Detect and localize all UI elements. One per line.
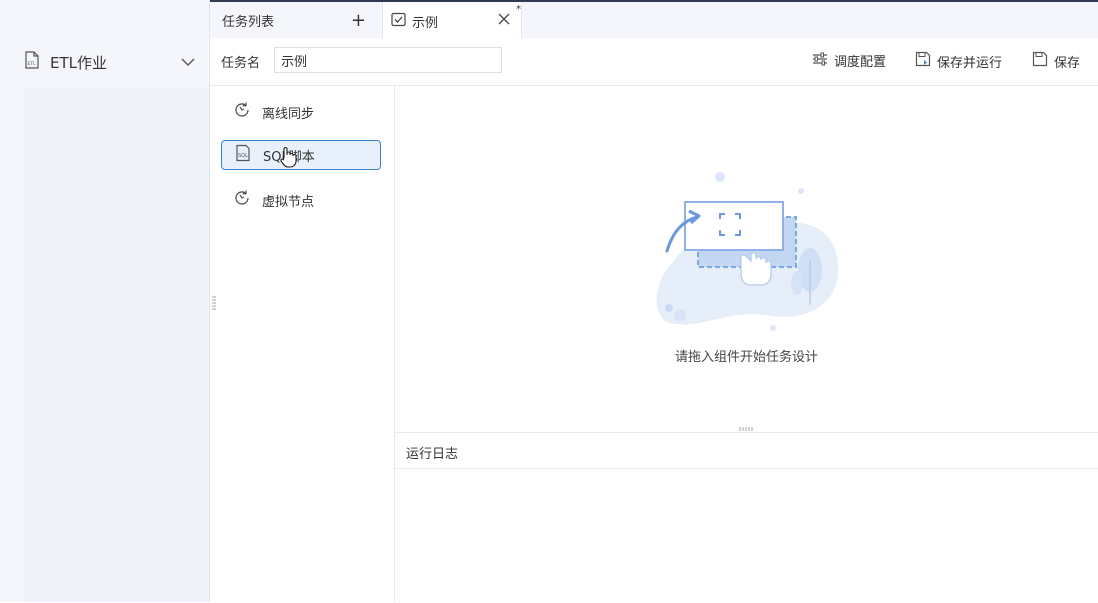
tab-bar: 任务列表 + 示例 * — [210, 0, 1098, 40]
svg-text:SQL: SQL — [238, 153, 248, 159]
vertical-resize-grip[interactable] — [212, 296, 216, 314]
hand-cursor-icon — [278, 146, 298, 172]
tab-example[interactable]: 示例 * — [382, 2, 522, 40]
component-virtual-node[interactable]: 虚拟节点 — [221, 185, 381, 215]
schedule-config-label: 调度配置 — [834, 55, 887, 70]
tab-task-list[interactable]: 任务列表 + — [210, 2, 382, 38]
empty-canvas-hint: 请拖入组件开始任务设计 — [674, 350, 818, 365]
component-label: 离线同步 — [262, 106, 315, 122]
save-run-icon — [915, 51, 931, 71]
sync-icon — [233, 101, 251, 123]
save-label: 保存 — [1054, 55, 1081, 71]
svg-text:ETL: ETL — [28, 61, 37, 67]
task-check-icon — [391, 12, 406, 31]
sql-file-icon: SQL — [234, 144, 252, 166]
left-navigation — [0, 0, 210, 602]
run-log-header: 运行日志 — [395, 433, 1098, 469]
save-button[interactable]: 保存 — [1032, 51, 1080, 71]
task-name-label: 任务名 — [221, 56, 261, 71]
task-toolbar: 任务名 调度配置 保存并运行 保存 — [210, 38, 1098, 86]
nav-item-etl[interactable]: ETL ETL作业 — [24, 48, 204, 76]
run-log-title: 运行日志 — [406, 447, 459, 462]
component-sql-script[interactable]: SQL SQL脚本 — [221, 140, 381, 170]
component-label: 虚拟节点 — [262, 194, 315, 210]
tab-example-label: 示例 — [412, 15, 439, 31]
save-icon — [1032, 51, 1048, 71]
run-log-panel: 运行日志 — [395, 432, 1098, 603]
unsaved-marker: * — [516, 4, 521, 15]
add-tab-button[interactable]: + — [351, 10, 366, 31]
component-panel: 离线同步 SQL SQL脚本 虚拟节点 — [210, 86, 395, 602]
nav-body — [24, 88, 209, 602]
tab-task-list-label: 任务列表 — [222, 14, 275, 30]
empty-canvas-illustration — [645, 165, 845, 339]
etl-file-icon: ETL — [24, 51, 40, 73]
save-and-run-label: 保存并运行 — [937, 55, 1003, 71]
close-icon[interactable] — [497, 12, 511, 30]
schedule-config-button[interactable]: 调度配置 — [812, 51, 886, 70]
component-offline-sync[interactable]: 离线同步 — [221, 97, 381, 127]
save-and-run-button[interactable]: 保存并运行 — [915, 51, 1002, 71]
chevron-down-icon[interactable] — [180, 54, 196, 74]
task-name-input[interactable] — [274, 47, 502, 73]
nav-item-etl-label: ETL作业 — [50, 53, 107, 72]
sliders-icon — [812, 52, 828, 70]
sync-icon — [233, 189, 251, 211]
